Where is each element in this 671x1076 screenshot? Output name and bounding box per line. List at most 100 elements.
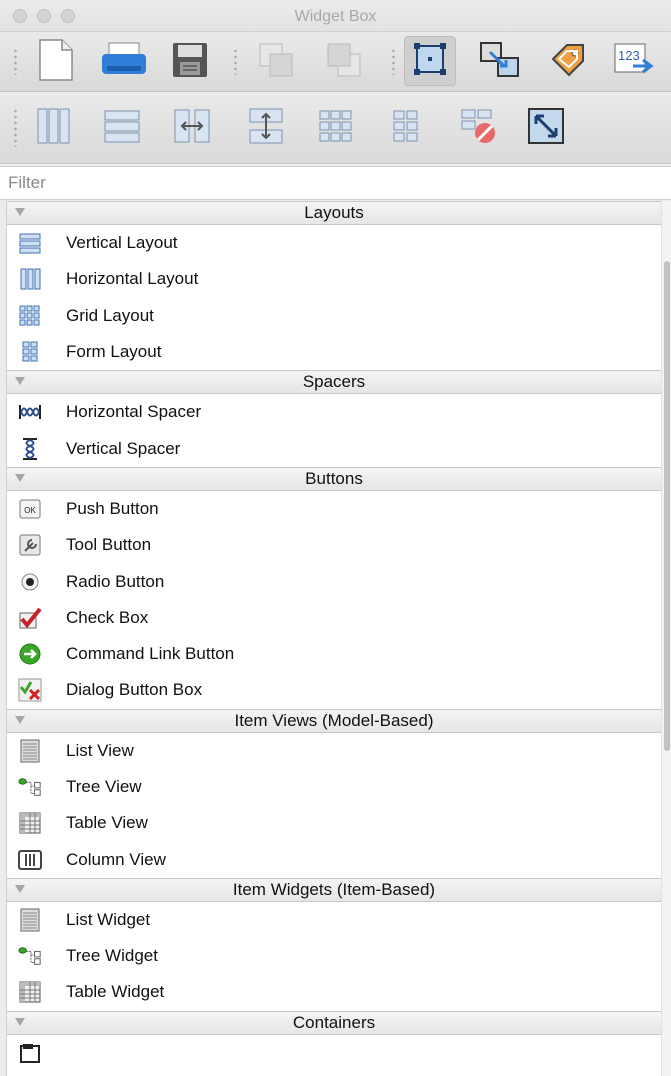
category-header-buttons[interactable]: Buttons xyxy=(7,466,661,491)
widget-item-form-layout[interactable]: Form Layout xyxy=(7,334,661,370)
layout-vertical-splitter-icon xyxy=(246,106,286,151)
widget-item-list-view[interactable]: List View xyxy=(7,733,661,769)
bring-to-front-icon xyxy=(324,40,364,85)
lay-out-in-grid-button[interactable] xyxy=(310,103,362,153)
layout-horizontal-splitter-icon xyxy=(172,106,212,151)
widget-item-list-widget[interactable]: List Widget xyxy=(7,902,661,938)
edit-buddies-button[interactable] xyxy=(542,37,594,87)
vertical-scrollbar[interactable] xyxy=(661,201,671,1076)
category-label: Buttons xyxy=(305,468,363,488)
layout-form-icon xyxy=(386,106,426,151)
new-form-button[interactable] xyxy=(30,37,82,87)
widget-item-radio-button[interactable]: Radio Button xyxy=(7,563,661,599)
horizontal-spacer-icon xyxy=(18,400,42,424)
category-header-spacers[interactable]: Spacers xyxy=(7,370,661,395)
category-header-layouts[interactable]: Layouts xyxy=(7,201,661,225)
widget-item-label: Table View xyxy=(66,813,148,833)
widget-item-check-box[interactable]: Check Box xyxy=(7,600,661,636)
new-form-icon xyxy=(36,38,76,87)
lay-out-horizontally-button[interactable] xyxy=(28,103,80,153)
toolbar-grip[interactable] xyxy=(234,48,237,75)
category-label: Item Widgets (Item-Based) xyxy=(232,879,436,899)
edit-buddies-icon xyxy=(547,39,589,86)
expand-arrow-icon[interactable] xyxy=(15,884,25,893)
print-button[interactable] xyxy=(98,37,150,87)
widget-item-push-button[interactable]: OK Push Button xyxy=(7,491,661,527)
widget-item-dialog-button-box[interactable]: Dialog Button Box xyxy=(7,672,661,708)
tree-view-icon xyxy=(18,775,42,799)
print-icon xyxy=(99,40,149,85)
category-header-containers[interactable]: Containers xyxy=(7,1010,661,1035)
category-label: Containers xyxy=(292,1012,376,1032)
vertical-splitter-button[interactable] xyxy=(240,103,292,153)
widget-item-group-box[interactable] xyxy=(7,1035,661,1071)
edit-tab-order-icon: 123 xyxy=(611,40,657,85)
category-header-item-views[interactable]: Item Views (Model-Based) xyxy=(7,708,661,733)
grid-layout-icon xyxy=(18,304,42,328)
table-view-icon xyxy=(18,811,42,835)
edit-tab-order-button[interactable]: 123 xyxy=(608,37,660,87)
send-to-back-button[interactable] xyxy=(250,37,302,87)
filter-field[interactable] xyxy=(0,166,671,200)
tool-button-icon xyxy=(18,533,42,557)
widget-item-column-view[interactable]: Column View xyxy=(7,841,661,877)
break-layout-button[interactable] xyxy=(452,103,504,153)
lay-out-vertically-button[interactable] xyxy=(96,103,148,153)
save-button[interactable] xyxy=(164,37,216,87)
widget-item-table-widget[interactable]: Table Widget xyxy=(7,974,661,1010)
widget-item-label: Vertical Spacer xyxy=(66,438,181,458)
push-button-glyph: OK xyxy=(24,506,36,515)
expand-arrow-icon[interactable] xyxy=(15,208,25,216)
adjust-size-button[interactable] xyxy=(520,103,572,153)
edit-widgets-button[interactable] xyxy=(404,36,456,86)
layout-vertical-icon xyxy=(102,106,142,151)
expand-arrow-icon[interactable] xyxy=(15,377,25,386)
widget-item-label: Grid Layout xyxy=(66,305,154,325)
scrollbar-thumb[interactable] xyxy=(664,261,670,751)
toolbar-grip[interactable] xyxy=(14,48,17,75)
vertical-spacer-icon xyxy=(18,437,42,461)
edit-widgets-icon xyxy=(411,40,449,83)
expand-arrow-icon[interactable] xyxy=(15,473,25,482)
check-box-icon xyxy=(18,606,42,630)
expand-arrow-icon[interactable] xyxy=(15,715,25,724)
filter-input[interactable] xyxy=(0,167,671,199)
toolbar-grip[interactable] xyxy=(14,108,17,147)
edit-signals-slots-button[interactable] xyxy=(474,37,526,87)
widget-item-grid-layout[interactable]: Grid Layout xyxy=(7,298,661,334)
widget-item-horizontal-spacer[interactable]: Horizontal Spacer xyxy=(7,394,661,430)
expand-arrow-icon[interactable] xyxy=(15,1017,25,1026)
layout-horizontal-icon xyxy=(34,106,74,151)
widget-item-tree-view[interactable]: Tree View xyxy=(7,769,661,805)
widget-item-label: Column View xyxy=(66,849,166,869)
toolbar-grip[interactable] xyxy=(392,48,395,75)
widget-item-vertical-layout[interactable]: Vertical Layout xyxy=(7,225,661,261)
bring-to-front-button[interactable] xyxy=(318,37,370,87)
widget-item-horizontal-layout[interactable]: Horizontal Layout xyxy=(7,261,661,297)
save-icon xyxy=(171,41,209,84)
widget-item-label: Command Link Button xyxy=(66,644,235,664)
widget-item-label: Dialog Button Box xyxy=(66,680,203,700)
adjust-size-icon xyxy=(526,106,566,151)
lay-out-in-form-button[interactable] xyxy=(380,103,432,153)
form-layout-icon xyxy=(18,340,42,364)
widget-item-tool-button[interactable]: Tool Button xyxy=(7,527,661,563)
horizontal-splitter-button[interactable] xyxy=(166,103,218,153)
widget-item-command-link-button[interactable]: Command Link Button xyxy=(7,636,661,672)
widget-item-label: Tree Widget xyxy=(66,946,158,966)
widget-item-vertical-spacer[interactable]: Vertical Spacer xyxy=(7,430,661,466)
widget-item-tree-widget[interactable]: Tree Widget xyxy=(7,938,661,974)
category-label: Item Views (Model-Based) xyxy=(234,710,434,730)
column-view-icon xyxy=(18,848,42,872)
widget-item-label: Push Button xyxy=(66,498,159,518)
widget-list: Layouts Vertical Layout Horizontal Layou… xyxy=(6,201,661,1076)
widget-item-table-view[interactable]: Table View xyxy=(7,805,661,841)
widget-item-label: Check Box xyxy=(66,607,149,627)
widget-item-label: List View xyxy=(66,740,134,760)
list-view-icon xyxy=(18,739,42,763)
send-to-back-icon xyxy=(256,40,296,85)
category-header-item-widgets[interactable]: Item Widgets (Item-Based) xyxy=(7,877,661,902)
dialog-button-box-icon xyxy=(18,678,42,702)
widget-item-label: Tool Button xyxy=(66,535,152,555)
layout-toolbar xyxy=(0,92,671,164)
